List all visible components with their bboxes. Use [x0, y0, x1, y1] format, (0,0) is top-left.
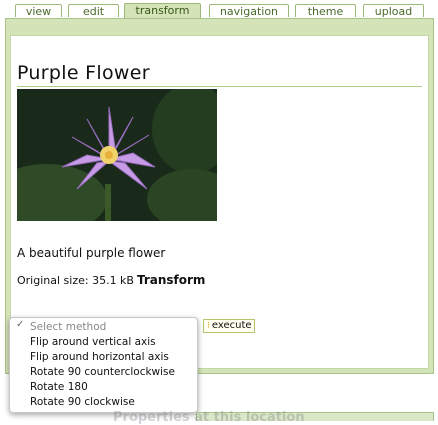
execute-button[interactable]: ⁝ execute	[203, 319, 255, 333]
option-rotate-180[interactable]: Rotate 180	[30, 381, 88, 393]
execute-icon: ⁝	[207, 321, 210, 331]
option-flip-horizontal[interactable]: Flip around horizontal axis	[30, 351, 169, 363]
option-rotate-90-cw[interactable]: Rotate 90 clockwise	[30, 396, 135, 408]
option-rotate-90-ccw[interactable]: Rotate 90 counterclockwise	[30, 366, 175, 378]
flower-illustration	[17, 89, 217, 221]
option-flip-vertical[interactable]: Flip around vertical axis	[30, 336, 156, 348]
image-description: A beautiful purple flower	[17, 246, 166, 260]
checkmark-icon: ✓	[16, 319, 25, 330]
page-title: Purple Flower	[17, 61, 422, 87]
dropdown-placeholder[interactable]: Select method	[30, 321, 106, 333]
tab-view[interactable]: view	[15, 4, 62, 18]
tab-upload[interactable]: upload	[363, 4, 424, 18]
tab-bar: view edit transform navigation theme upl…	[0, 0, 438, 19]
select-placeholder: Select method	[30, 321, 107, 333]
properties-heading: Properties at this location	[113, 410, 305, 425]
flower-image	[17, 89, 217, 221]
execute-label: execute	[211, 320, 252, 331]
tab-edit[interactable]: edit	[68, 4, 119, 18]
transform-method-dropdown[interactable]: Select method ✓ Flip around vertical axi…	[9, 317, 198, 413]
tab-theme[interactable]: theme	[295, 4, 356, 18]
original-size: Original size: 35.1 kB	[17, 274, 134, 287]
tab-navigation[interactable]: navigation	[209, 4, 289, 18]
tab-transform[interactable]: transform	[124, 3, 201, 19]
transform-heading: Transform	[136, 273, 206, 287]
image-meta: Original size: 35.1 kB Transform	[17, 273, 205, 287]
